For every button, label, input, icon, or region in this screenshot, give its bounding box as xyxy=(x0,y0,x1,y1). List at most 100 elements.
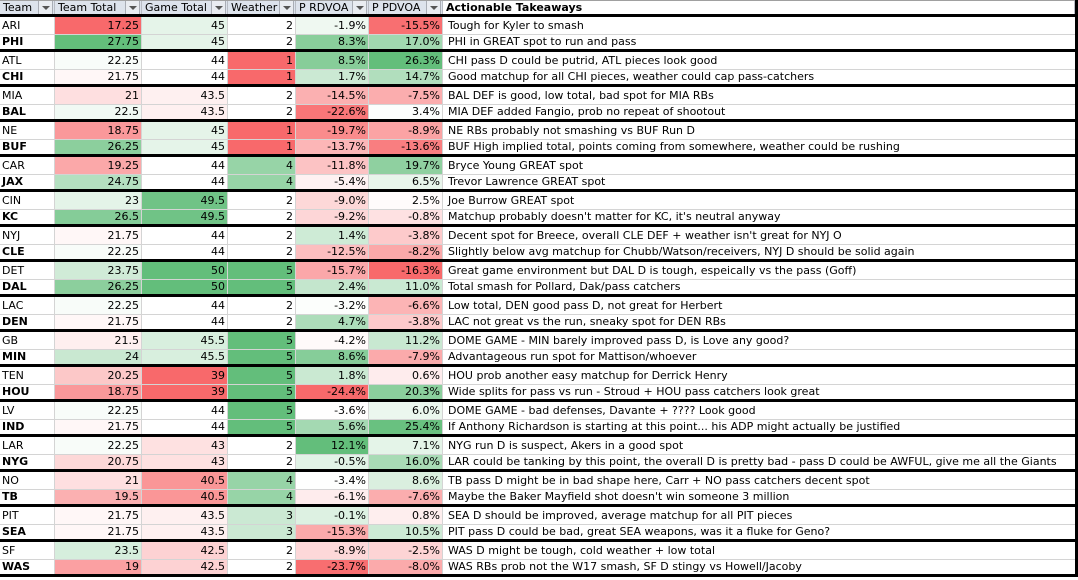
cell-p-rdvoa[interactable]: 5.6% xyxy=(296,419,369,434)
filter-dropdown-icon[interactable] xyxy=(352,1,367,14)
cell-takeaway[interactable]: Advantageous run spot for Mattison/whoev… xyxy=(443,350,1075,365)
cell-takeaway[interactable]: LAR could be tanking by this point, the … xyxy=(443,455,1075,470)
cell-game-total[interactable]: 44 xyxy=(142,419,228,434)
cell-team[interactable]: WAS xyxy=(0,559,55,574)
cell-p-rdvoa[interactable]: -19.7% xyxy=(296,122,369,139)
cell-team-total[interactable]: 20.25 xyxy=(55,367,142,384)
cell-team-total[interactable]: 19.25 xyxy=(55,157,142,174)
cell-p-pdvoa[interactable]: 25.4% xyxy=(369,419,443,434)
cell-team-total[interactable]: 23 xyxy=(55,192,142,209)
cell-p-pdvoa[interactable]: 6.0% xyxy=(369,402,443,419)
cell-p-pdvoa[interactable]: 7.1% xyxy=(369,437,443,454)
cell-team-total[interactable]: 18.75 xyxy=(55,122,142,139)
cell-takeaway[interactable]: TB pass D might be in bad shape here, Ca… xyxy=(443,472,1075,489)
cell-p-rdvoa[interactable]: 1.8% xyxy=(296,367,369,384)
cell-team-total[interactable]: 22.25 xyxy=(55,52,142,69)
cell-p-rdvoa[interactable]: -1.9% xyxy=(296,17,369,34)
cell-p-pdvoa[interactable]: -8.9% xyxy=(369,122,443,139)
cell-team-total[interactable]: 22.25 xyxy=(55,437,142,454)
cell-team[interactable]: ARI xyxy=(0,17,55,34)
cell-p-rdvoa[interactable]: 8.5% xyxy=(296,52,369,69)
cell-team[interactable]: KC xyxy=(0,209,55,224)
cell-team-total[interactable]: 26.25 xyxy=(55,139,142,154)
cell-game-total[interactable]: 40.5 xyxy=(142,489,228,504)
cell-weather[interactable]: 5 xyxy=(228,332,296,349)
cell-takeaway[interactable]: Maybe the Baker Mayfield shot doesn't wi… xyxy=(443,490,1075,505)
cell-p-rdvoa[interactable]: 2.4% xyxy=(296,279,369,294)
cell-takeaway[interactable]: Matchup probably doesn't matter for KC, … xyxy=(443,210,1075,225)
cell-weather[interactable]: 2 xyxy=(228,87,296,104)
cell-p-rdvoa[interactable]: -12.5% xyxy=(296,244,369,259)
cell-weather[interactable]: 5 xyxy=(228,262,296,279)
cell-team-total[interactable]: 21.75 xyxy=(55,69,142,84)
cell-p-pdvoa[interactable]: -3.8% xyxy=(369,314,443,329)
cell-p-rdvoa[interactable]: -13.7% xyxy=(296,139,369,154)
cell-team[interactable]: GB xyxy=(0,332,55,349)
cell-weather[interactable]: 2 xyxy=(228,192,296,209)
cell-team-total[interactable]: 21 xyxy=(55,472,142,489)
cell-team[interactable]: TEN xyxy=(0,367,55,384)
cell-weather[interactable]: 2 xyxy=(228,104,296,119)
cell-team-total[interactable]: 21 xyxy=(55,87,142,104)
cell-p-rdvoa[interactable]: -15.7% xyxy=(296,262,369,279)
cell-p-rdvoa[interactable]: -9.0% xyxy=(296,192,369,209)
cell-takeaway[interactable]: Bryce Young GREAT spot xyxy=(443,157,1075,174)
cell-game-total[interactable]: 49.5 xyxy=(142,209,228,224)
cell-p-rdvoa[interactable]: 1.7% xyxy=(296,69,369,84)
cell-p-rdvoa[interactable]: -3.6% xyxy=(296,402,369,419)
cell-p-pdvoa[interactable]: 2.5% xyxy=(369,192,443,209)
cell-takeaway[interactable]: SEA D should be improved, average matchu… xyxy=(443,507,1075,524)
cell-team-total[interactable]: 26.5 xyxy=(55,209,142,224)
cell-weather[interactable]: 4 xyxy=(228,489,296,504)
cell-p-rdvoa[interactable]: -23.7% xyxy=(296,559,369,574)
cell-p-pdvoa[interactable]: 0.8% xyxy=(369,507,443,524)
cell-p-rdvoa[interactable]: -3.2% xyxy=(296,297,369,314)
cell-takeaway[interactable]: HOU prob another easy matchup for Derric… xyxy=(443,367,1075,384)
cell-p-pdvoa[interactable]: 11.0% xyxy=(369,279,443,294)
cell-p-pdvoa[interactable]: 3.4% xyxy=(369,104,443,119)
cell-game-total[interactable]: 45.5 xyxy=(142,332,228,349)
cell-game-total[interactable]: 44 xyxy=(142,174,228,189)
cell-takeaway[interactable]: WAS D might be tough, cold weather + low… xyxy=(443,542,1075,559)
cell-team-total[interactable]: 22.25 xyxy=(55,297,142,314)
cell-team[interactable]: BAL xyxy=(0,104,55,119)
cell-team[interactable]: BUF xyxy=(0,139,55,154)
cell-team[interactable]: CIN xyxy=(0,192,55,209)
cell-takeaway[interactable]: WAS RBs prob not the W17 smash, SF D sti… xyxy=(443,560,1075,575)
cell-takeaway[interactable]: Decent spot for Breece, overall CLE DEF … xyxy=(443,227,1075,244)
cell-p-pdvoa[interactable]: 0.6% xyxy=(369,367,443,384)
cell-takeaway[interactable]: Joe Burrow GREAT spot xyxy=(443,192,1075,209)
cell-p-rdvoa[interactable]: -8.9% xyxy=(296,542,369,559)
cell-takeaway[interactable]: NE RBs probably not smashing vs BUF Run … xyxy=(443,122,1075,139)
cell-team-total[interactable]: 23.5 xyxy=(55,542,142,559)
cell-weather[interactable]: 2 xyxy=(228,297,296,314)
cell-p-pdvoa[interactable]: -16.3% xyxy=(369,262,443,279)
cell-game-total[interactable]: 44 xyxy=(142,69,228,84)
cell-game-total[interactable]: 43.5 xyxy=(142,524,228,539)
cell-takeaway[interactable]: Tough for Kyler to smash xyxy=(443,17,1075,34)
cell-p-rdvoa[interactable]: -0.5% xyxy=(296,454,369,469)
cell-takeaway[interactable]: PIT pass D could be bad, great SEA weapo… xyxy=(443,525,1075,540)
cell-team-total[interactable]: 21.75 xyxy=(55,419,142,434)
cell-p-rdvoa[interactable]: -6.1% xyxy=(296,489,369,504)
cell-p-pdvoa[interactable]: -7.6% xyxy=(369,489,443,504)
cell-team[interactable]: LAC xyxy=(0,297,55,314)
cell-team[interactable]: SEA xyxy=(0,524,55,539)
cell-p-pdvoa[interactable]: -3.8% xyxy=(369,227,443,244)
cell-team[interactable]: ATL xyxy=(0,52,55,69)
header-team-total[interactable]: Team Total xyxy=(55,1,142,14)
filter-dropdown-icon[interactable] xyxy=(125,1,140,14)
cell-p-pdvoa[interactable]: -0.8% xyxy=(369,209,443,224)
header-takeaways[interactable]: Actionable Takeaways xyxy=(443,1,1075,14)
cell-weather[interactable]: 5 xyxy=(228,419,296,434)
cell-team[interactable]: CHI xyxy=(0,69,55,84)
cell-p-rdvoa[interactable]: -11.8% xyxy=(296,157,369,174)
cell-game-total[interactable]: 45 xyxy=(142,17,228,34)
cell-game-total[interactable]: 43 xyxy=(142,454,228,469)
cell-game-total[interactable]: 45.5 xyxy=(142,349,228,364)
cell-team-total[interactable]: 21.75 xyxy=(55,227,142,244)
cell-p-rdvoa[interactable]: 1.4% xyxy=(296,227,369,244)
cell-weather[interactable]: 1 xyxy=(228,52,296,69)
cell-team-total[interactable]: 19 xyxy=(55,559,142,574)
cell-team[interactable]: CAR xyxy=(0,157,55,174)
